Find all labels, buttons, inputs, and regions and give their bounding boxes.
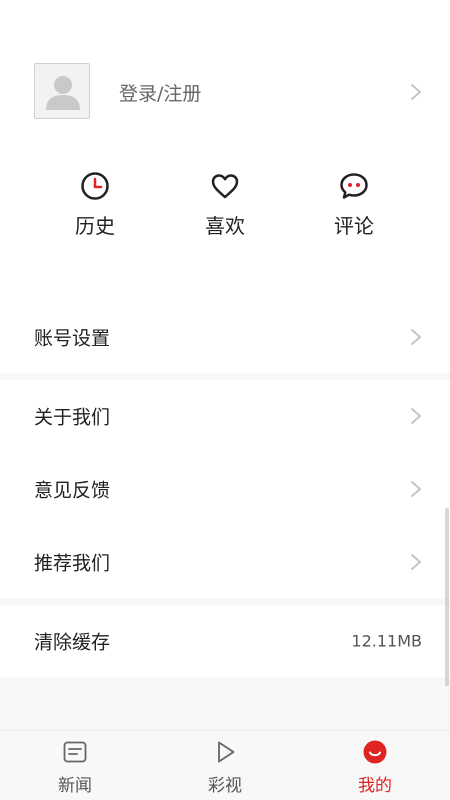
tab-news[interactable]: 新闻 (30, 739, 120, 796)
heart-icon (209, 170, 241, 202)
play-icon (212, 739, 238, 765)
bottom-tab-bar: 新闻 彩视 我的 (0, 730, 450, 800)
bottom-spacer (0, 677, 450, 730)
history-label: 历史 (75, 214, 115, 238)
tab-label: 我的 (358, 776, 392, 796)
profile-header[interactable]: 登录/注册 (0, 52, 450, 132)
menu-item-label: 意见反馈 (34, 479, 111, 502)
tab-video[interactable]: 彩视 (180, 739, 270, 796)
chevron-right-icon (410, 407, 422, 425)
menu-item-feedback[interactable]: 意见反馈 (0, 453, 450, 525)
cache-size-value: 12.11MB (351, 631, 422, 651)
chevron-right-icon (410, 480, 422, 498)
section-divider (0, 598, 450, 605)
menu-item-label: 清除缓存 (34, 631, 111, 654)
chat-bubble-icon (338, 170, 370, 202)
menu-item-label: 推荐我们 (34, 552, 111, 575)
chevron-right-icon (410, 328, 422, 346)
smile-icon (362, 739, 388, 765)
user-placeholder-icon[interactable] (34, 63, 90, 119)
favorites-label: 喜欢 (205, 214, 245, 238)
tab-label: 彩视 (208, 776, 242, 796)
menu-item-label: 账号设置 (34, 327, 111, 350)
chevron-right-icon (410, 83, 422, 101)
section-divider (0, 373, 450, 380)
menu-item-clear-cache[interactable]: 清除缓存 12.11MB (0, 605, 450, 677)
menu-item-label: 关于我们 (34, 406, 111, 429)
chevron-right-icon (410, 553, 422, 571)
menu-item-account-settings[interactable]: 账号设置 (0, 301, 450, 373)
comments-label: 评论 (334, 214, 374, 238)
news-icon (62, 739, 88, 765)
tab-label: 新闻 (58, 776, 92, 796)
tab-mine[interactable]: 我的 (330, 739, 420, 796)
quick-actions: 历史 喜欢 评论 (0, 170, 450, 250)
menu-item-recommend-us[interactable]: 推荐我们 (0, 526, 450, 598)
login-register-link[interactable]: 登录/注册 (119, 79, 201, 106)
comments-button[interactable]: 评论 (314, 170, 394, 239)
history-button[interactable]: 历史 (55, 170, 135, 239)
scrollbar[interactable] (445, 508, 449, 686)
clock-icon (79, 170, 111, 202)
menu-item-about-us[interactable]: 关于我们 (0, 380, 450, 452)
favorites-button[interactable]: 喜欢 (185, 170, 265, 239)
